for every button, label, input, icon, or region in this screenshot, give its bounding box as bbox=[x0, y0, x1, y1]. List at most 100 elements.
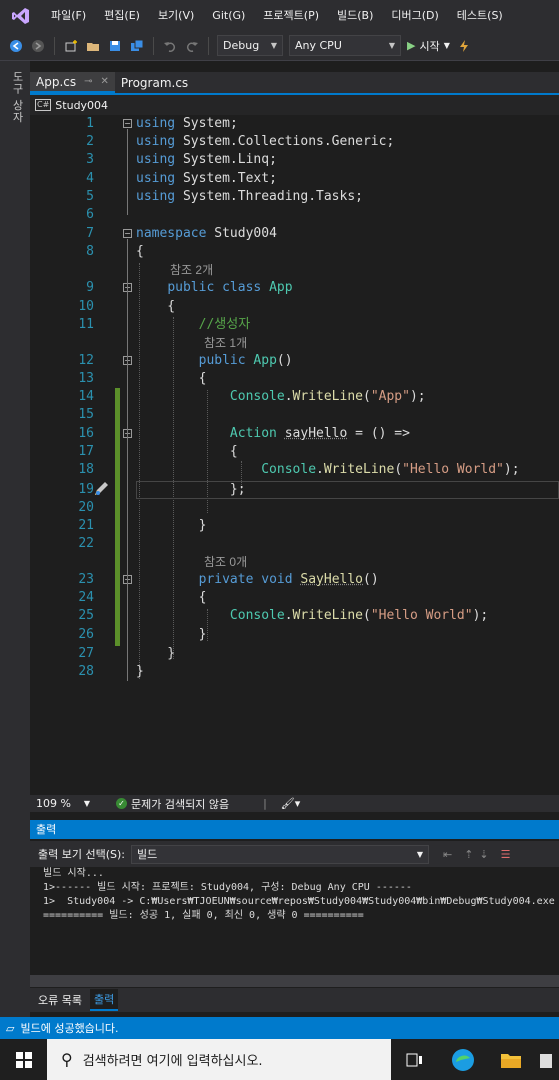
toolbar-separator: | bbox=[263, 797, 267, 810]
platform-select[interactable]: Any CPU ▼ bbox=[289, 35, 401, 56]
code-line-19: }; bbox=[136, 482, 246, 497]
windows-start-icon[interactable] bbox=[0, 1039, 47, 1080]
code-line-25: Console.WriteLine("Hello World"); bbox=[229, 608, 489, 623]
open-folder-icon[interactable] bbox=[85, 38, 101, 54]
output-line: 1>------ 빌드 시작: 프로젝트: Study004, 구성: Debu… bbox=[43, 882, 412, 893]
app-icon[interactable] bbox=[535, 1039, 555, 1080]
toolbar: Debug ▼ Any CPU ▼ ▶ 시작 ▼ bbox=[0, 31, 559, 61]
clear-all-icon[interactable]: ☰ bbox=[501, 848, 511, 861]
quick-actions-icon[interactable] bbox=[92, 479, 112, 499]
zoom-select[interactable]: 109 % ▼ bbox=[32, 796, 94, 811]
code-line-2: using System.Collections.Generic; bbox=[136, 134, 395, 149]
menu-git[interactable]: Git(G) bbox=[203, 0, 254, 31]
line-number: 3 bbox=[86, 152, 94, 167]
line-number: 17 bbox=[78, 444, 94, 459]
toolbar-separator bbox=[54, 36, 55, 55]
line-number: 5 bbox=[86, 189, 94, 204]
tab-output[interactable]: 출력 bbox=[89, 989, 119, 1011]
code-line-13: { bbox=[136, 371, 207, 386]
edge-browser-icon[interactable] bbox=[439, 1039, 487, 1080]
output-toolbar: 출력 보기 선택(S): 빌드 ▼ ⇤ ⇡ ⇣ ☰ bbox=[30, 841, 559, 867]
menu-edit[interactable]: 편집(E) bbox=[95, 0, 149, 31]
menu-test[interactable]: 테스트(S) bbox=[448, 0, 512, 31]
brush-icon[interactable]: 🖌▾ bbox=[281, 797, 301, 810]
output-text[interactable]: 빌드 시작... 1>------ 빌드 시작: 프로젝트: Study004,… bbox=[30, 867, 559, 975]
task-view-icon[interactable] bbox=[391, 1039, 439, 1080]
line-number: 25 bbox=[78, 608, 94, 623]
visual-studio-logo-icon[interactable] bbox=[0, 0, 42, 31]
output-line: 1> Study004 -> C:₩Users₩TJOEUN₩source₩re… bbox=[43, 896, 555, 907]
status-bar: ▱ 빌드에 성공했습니다. bbox=[0, 1017, 559, 1039]
redo-icon[interactable] bbox=[184, 38, 200, 54]
line-number: 2 bbox=[86, 134, 94, 149]
chevron-down-icon: ▼ bbox=[83, 799, 90, 808]
notification-icon[interactable]: ▱ bbox=[6, 1022, 14, 1035]
line-number: 24 bbox=[78, 590, 94, 605]
fold-toggle-icon[interactable]: − bbox=[123, 229, 132, 238]
pin-icon[interactable]: ⊸ bbox=[84, 76, 92, 87]
close-icon[interactable]: ✕ bbox=[101, 76, 109, 87]
code-line-11: //생성자 bbox=[198, 317, 251, 332]
code-line-28: } bbox=[136, 664, 144, 679]
line-number: 21 bbox=[78, 518, 94, 533]
tab-app-cs[interactable]: App.cs ⊸ ✕ bbox=[30, 72, 115, 93]
reference-count[interactable]: 참조 0개 bbox=[204, 553, 247, 571]
project-dropdown[interactable]: Study004 bbox=[55, 99, 108, 112]
line-number: 15 bbox=[78, 407, 94, 422]
issues-indicator[interactable]: ✓ 문제가 검색되지 않음 bbox=[116, 796, 229, 812]
code-line-9: public class App bbox=[167, 280, 293, 295]
bottom-panel-tabs: 오류 목록 출력 bbox=[30, 988, 559, 1012]
tab-error-list[interactable]: 오류 목록 bbox=[34, 990, 86, 1010]
fold-outline bbox=[127, 129, 128, 215]
reference-count[interactable]: 참조 2개 bbox=[170, 261, 213, 279]
horizontal-scrollbar[interactable] bbox=[30, 975, 559, 987]
menu-project[interactable]: 프로젝트(P) bbox=[254, 0, 328, 31]
previous-message-icon[interactable]: ⇡ bbox=[464, 848, 473, 861]
play-icon: ▶ bbox=[407, 39, 416, 52]
configuration-select[interactable]: Debug ▼ bbox=[217, 35, 283, 56]
document-tabs: App.cs ⊸ ✕ Program.cs bbox=[30, 72, 559, 93]
line-number: 23 bbox=[78, 572, 94, 587]
taskbar-search[interactable]: ⚲ 검색하려면 여기에 입력하십시오. bbox=[47, 1039, 391, 1080]
output-source-select[interactable]: 빌드 ▼ bbox=[130, 844, 429, 864]
menu-debug[interactable]: 디버그(D) bbox=[382, 0, 447, 31]
undo-icon[interactable] bbox=[162, 38, 178, 54]
tab-program-cs[interactable]: Program.cs bbox=[115, 72, 194, 93]
save-all-icon[interactable] bbox=[129, 38, 145, 54]
status-message: 빌드에 성공했습니다. bbox=[20, 1022, 119, 1035]
code-line-21: } bbox=[136, 518, 207, 533]
back-icon[interactable] bbox=[8, 38, 24, 54]
forward-icon[interactable] bbox=[30, 38, 46, 54]
line-number: 12 bbox=[78, 353, 94, 368]
code-line-8: { bbox=[136, 244, 144, 259]
fold-toggle-icon[interactable]: − bbox=[123, 119, 132, 128]
code-editor[interactable]: 1 2 3 4 5 6 7 8 9 10 11 12 13 14 15 16 1… bbox=[30, 115, 559, 795]
code-line-16: Action sayHello = () => bbox=[229, 426, 410, 441]
line-number: 19 bbox=[78, 482, 94, 497]
code-line-4: using System.Text; bbox=[136, 171, 277, 186]
menu-build[interactable]: 빌드(B) bbox=[328, 0, 382, 31]
reference-count[interactable]: 참조 1개 bbox=[204, 334, 247, 352]
output-panel-title: 출력 bbox=[30, 820, 559, 839]
navigation-bar[interactable]: C# Study004 bbox=[30, 95, 559, 115]
start-button[interactable]: ▶ 시작 ▼ bbox=[407, 38, 450, 54]
save-icon[interactable] bbox=[107, 38, 123, 54]
csharp-project-icon: C# bbox=[35, 99, 52, 111]
menu-view[interactable]: 보기(V) bbox=[149, 0, 203, 31]
file-explorer-icon[interactable] bbox=[487, 1039, 535, 1080]
menu-bar: 파일(F) 편집(E) 보기(V) Git(G) 프로젝트(P) 빌드(B) 디… bbox=[0, 0, 559, 31]
check-icon: ✓ bbox=[116, 798, 127, 809]
line-number: 16 bbox=[78, 426, 94, 441]
find-message-icon[interactable]: ⇤ bbox=[443, 848, 452, 861]
hot-reload-icon[interactable] bbox=[456, 38, 472, 54]
line-number: 8 bbox=[86, 244, 94, 259]
new-project-icon[interactable] bbox=[63, 38, 79, 54]
line-number: 4 bbox=[86, 171, 94, 186]
menu-file[interactable]: 파일(F) bbox=[42, 0, 95, 31]
line-number: 1 bbox=[86, 116, 94, 131]
line-number: 6 bbox=[86, 207, 94, 222]
line-number: 27 bbox=[78, 646, 94, 661]
toolbox-tab[interactable]: 도구 상자 bbox=[9, 71, 25, 124]
next-message-icon[interactable]: ⇣ bbox=[479, 848, 488, 861]
line-number: 13 bbox=[78, 371, 94, 386]
